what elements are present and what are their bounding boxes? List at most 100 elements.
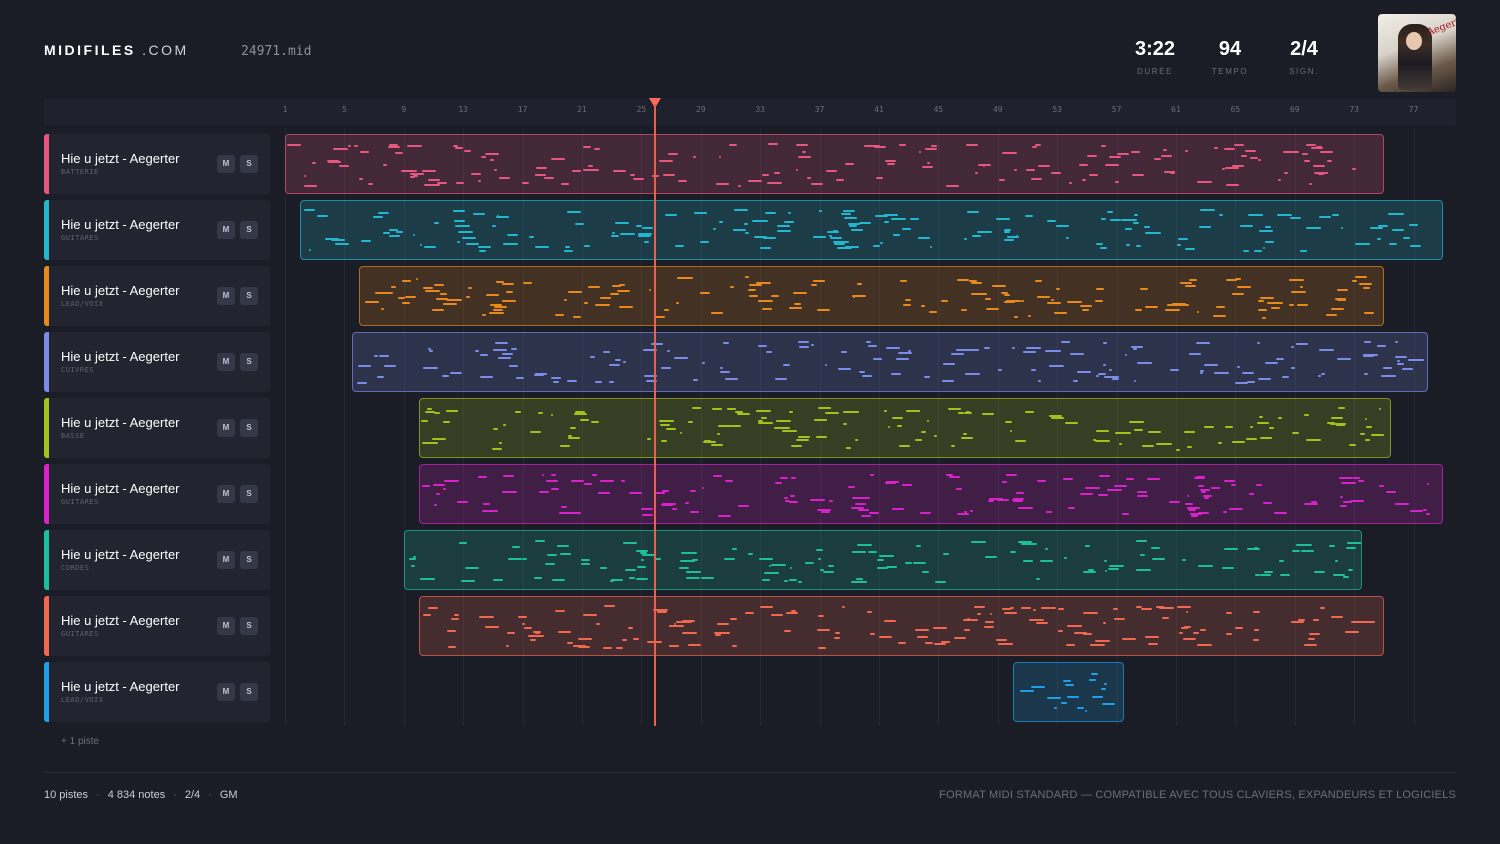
midi-note <box>687 421 693 424</box>
midi-note <box>791 610 796 613</box>
track-region[interactable] <box>418 398 1392 458</box>
ruler-tick: 17 <box>517 105 528 114</box>
midi-note <box>395 230 404 233</box>
midi-note <box>665 214 678 217</box>
track-header[interactable]: Hie u jetzt - Aegerter GUITARES M S <box>44 464 270 524</box>
midi-note <box>1081 179 1086 182</box>
mute-button[interactable]: M <box>217 419 235 437</box>
solo-button[interactable]: S <box>240 155 258 173</box>
track-region[interactable] <box>418 596 1384 656</box>
midi-note <box>636 578 648 581</box>
track-header[interactable]: Hie u jetzt - Aegerter CORDES M S <box>44 530 270 590</box>
track-header[interactable]: Hie u jetzt - Aegerter CUIVRES M S <box>44 332 270 392</box>
midi-note <box>1277 416 1283 419</box>
midi-note <box>948 476 961 479</box>
mute-button[interactable]: M <box>217 353 235 371</box>
solo-button[interactable]: S <box>240 683 258 701</box>
track-color-bar <box>44 530 49 590</box>
midi-note <box>701 576 714 579</box>
midi-note <box>1303 503 1319 506</box>
more-tracks-link[interactable]: + 1 piste <box>61 736 99 747</box>
midi-note <box>834 243 845 246</box>
midi-note <box>475 350 479 353</box>
midi-note <box>711 311 724 314</box>
track-header[interactable]: Hie u jetzt - Aegerter LEAD/VOIX M S <box>44 266 270 326</box>
midi-note <box>1259 437 1272 440</box>
midi-note <box>796 144 809 147</box>
midi-note <box>616 290 630 293</box>
mute-button[interactable]: M <box>217 485 235 503</box>
midi-note <box>1331 214 1340 217</box>
midi-note <box>773 172 780 175</box>
midi-note <box>1065 237 1069 240</box>
solo-button[interactable]: S <box>240 617 258 635</box>
midi-note <box>966 349 979 352</box>
midi-note <box>490 158 494 161</box>
solo-button[interactable]: S <box>240 485 258 503</box>
midi-note <box>1359 433 1366 436</box>
midi-note <box>686 570 701 573</box>
midi-note <box>761 416 768 419</box>
mute-button[interactable]: M <box>217 221 235 239</box>
playhead[interactable] <box>654 104 656 726</box>
solo-button[interactable]: S <box>240 287 258 305</box>
track-region[interactable] <box>351 332 1429 392</box>
solo-button[interactable]: S <box>240 221 258 239</box>
midi-note <box>483 503 490 506</box>
track-region[interactable] <box>403 530 1362 590</box>
footer-format-note: FORMAT MIDI STANDARD — COMPATIBLE AVEC T… <box>939 789 1456 801</box>
ruler-tick: 65 <box>1230 105 1241 114</box>
track-header[interactable]: Hie u jetzt - Aegerter LEAD/VOIX M S <box>44 662 270 722</box>
solo-button[interactable]: S <box>240 419 258 437</box>
midi-note <box>934 643 947 646</box>
midi-note <box>1336 288 1349 291</box>
mute-button[interactable]: M <box>217 287 235 305</box>
track-region[interactable] <box>359 266 1384 326</box>
app-logo[interactable]: MIDIFILES .COM <box>44 42 189 58</box>
track-header[interactable]: Hie u jetzt - Aegerter GUITARES M S <box>44 596 270 656</box>
midi-note <box>848 225 857 228</box>
midi-note <box>833 637 840 640</box>
track-header[interactable]: Hie u jetzt - Aegerter BATTERIE M S <box>44 134 270 194</box>
midi-note <box>1069 181 1073 184</box>
midi-note <box>401 170 417 173</box>
midi-note <box>784 497 789 500</box>
track-instrument: LEAD/VOIX <box>61 696 104 704</box>
midi-note <box>941 300 949 303</box>
midi-note <box>1045 510 1052 513</box>
midi-note <box>311 162 317 165</box>
midi-note <box>921 305 926 308</box>
solo-button[interactable]: S <box>240 551 258 569</box>
midi-note <box>492 224 496 227</box>
solo-button[interactable]: S <box>240 353 258 371</box>
midi-note <box>443 487 447 490</box>
track-region[interactable] <box>299 200 1444 260</box>
midi-note <box>917 236 931 239</box>
track-region[interactable] <box>418 464 1444 524</box>
midi-note <box>648 288 652 291</box>
track-region[interactable] <box>1012 662 1125 722</box>
mute-button[interactable]: M <box>217 683 235 701</box>
midi-note <box>759 606 774 609</box>
midi-note <box>892 508 905 511</box>
mute-button[interactable]: M <box>217 551 235 569</box>
track-header[interactable]: Hie u jetzt - Aegerter GUITARES M S <box>44 200 270 260</box>
midi-note <box>795 438 809 441</box>
midi-note <box>1319 349 1335 352</box>
mute-button[interactable]: M <box>217 155 235 173</box>
track-header[interactable]: Hie u jetzt - Aegerter BASSE M S <box>44 398 270 458</box>
midi-note <box>789 500 798 503</box>
mute-button[interactable]: M <box>217 617 235 635</box>
midi-note <box>843 422 848 425</box>
midi-note <box>1318 215 1332 218</box>
midi-note <box>1039 559 1053 562</box>
stat-tempo: 94 TEMPO <box>1211 38 1249 76</box>
midi-note <box>942 380 955 383</box>
midi-note <box>1076 706 1085 709</box>
timeline-ruler[interactable]: 1 5 9 13 17 21 25 29 33 37 41 45 49 53 57 61 65 69 73 77 <box>44 98 1456 126</box>
track-region[interactable] <box>285 134 1384 194</box>
midi-note <box>1177 237 1188 240</box>
midi-note <box>1141 608 1152 611</box>
midi-note <box>681 551 697 554</box>
midi-note <box>1224 166 1240 169</box>
